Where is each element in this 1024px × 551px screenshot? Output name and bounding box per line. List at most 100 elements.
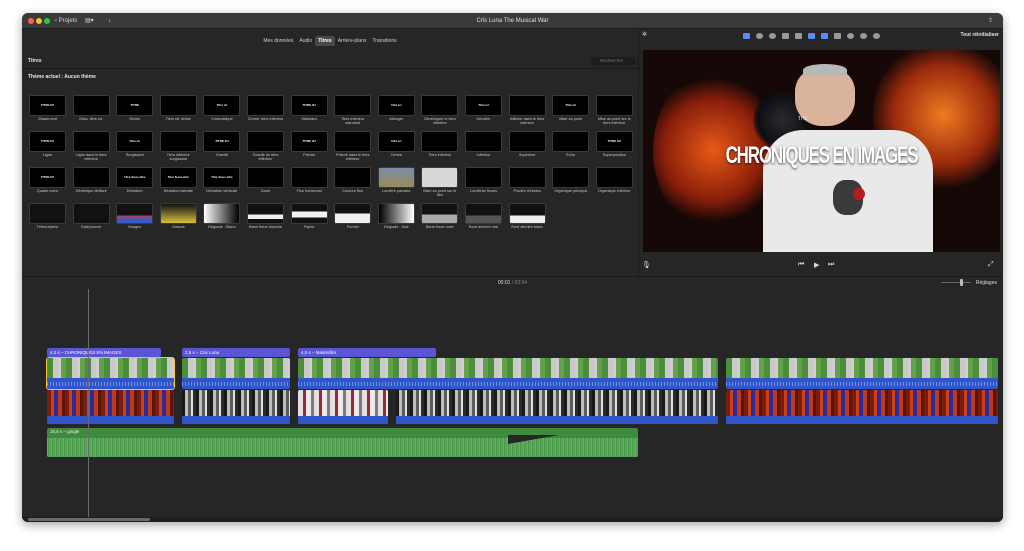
speed-icon[interactable] <box>834 33 841 39</box>
title-tile[interactable]: Dégradé - Blanc <box>203 203 241 234</box>
title-tile[interactable]: Zoom <box>247 167 284 198</box>
title-tile[interactable]: Titre ici Surgissant <box>116 131 154 162</box>
microphone-icon[interactable]: 🎙 <box>642 261 651 269</box>
search-input[interactable]: Rechercher <box>591 57 636 65</box>
video-preview[interactable]: THE CHRONIQUES EN IMAGES <box>643 50 1000 252</box>
broll-clip-fire-1[interactable] <box>47 390 174 424</box>
title-tile[interactable]: Prisme dans le tiers inférieur <box>334 131 372 162</box>
title-tile[interactable]: Gliss. tiers inf. <box>72 95 110 126</box>
title-tile[interactable]: TITRE ICI Glissement <box>29 95 66 126</box>
title-tile[interactable]: TITRE Divisé <box>116 95 154 126</box>
title-tile[interactable]: Titre Sous-titre Déviation <box>116 167 154 198</box>
title-tile[interactable]: TITRE ICI Ligne <box>29 131 66 162</box>
title-tile[interactable]: Papier <box>290 203 328 234</box>
title-tile[interactable]: Mise au point sur le titre <box>421 167 459 198</box>
title-tile[interactable]: Titre ici Dévoiler <box>465 95 502 126</box>
play-icon[interactable]: ▶ <box>814 261 819 269</box>
title-tile[interactable]: Formel <box>334 203 372 234</box>
title-tile[interactable]: TITRE ICI Quatre coins <box>29 167 66 198</box>
title-tile[interactable]: Tiers inférieur surgissant <box>159 131 197 162</box>
title-tile[interactable]: Tiers inf. divisé <box>159 95 197 126</box>
title-tile[interactable]: Organique principal <box>552 167 590 198</box>
title-tile[interactable]: Dateylouvre <box>72 203 110 234</box>
horizontal-scrollbar[interactable] <box>28 518 150 521</box>
title-clip-1[interactable]: 4,0 s – CHRONIQUES EN IMAGES <box>47 348 161 357</box>
title-clip-3[interactable]: 4,0 s – Mastérillm <box>298 348 436 357</box>
title-tile[interactable]: Titre ici Centré <box>377 131 415 162</box>
color-balance-icon[interactable] <box>756 33 763 39</box>
zoom-slider-track[interactable] <box>941 282 971 283</box>
tab-0[interactable]: Mes données <box>260 36 296 46</box>
title-tile[interactable]: TITRE ICI Standard <box>290 95 328 126</box>
zoom-slider-knob[interactable] <box>960 279 963 286</box>
filter-icon[interactable] <box>847 33 854 39</box>
info-icon[interactable] <box>873 33 880 39</box>
title-tile[interactable]: Flou horizontal <box>290 167 328 198</box>
video-clip-3[interactable] <box>298 358 718 389</box>
title-tile[interactable]: Ligne dans le tiers inférieur <box>72 131 110 162</box>
skip-forward-icon[interactable]: ⏭ <box>828 261 834 269</box>
title-tile[interactable]: Galaxie <box>159 203 197 234</box>
settings-button[interactable]: Réglages <box>976 280 997 286</box>
title-tile[interactable]: Écho <box>552 131 590 162</box>
reset-all-button[interactable]: Tout réinitialiser <box>960 32 999 38</box>
noise-reduction-icon[interactable] <box>860 33 867 39</box>
broll-clip-pink[interactable] <box>298 390 388 424</box>
title-tile[interactable]: Lumières floues <box>465 167 502 198</box>
title-tile[interactable]: Générique défilant <box>72 167 110 198</box>
crop-icon[interactable] <box>782 33 789 39</box>
title-tile[interactable]: Titre ici Allonger <box>377 95 415 126</box>
title-tile[interactable]: Nuages <box>116 203 154 234</box>
title-tile[interactable]: Développer le tiers inférieur <box>421 95 459 126</box>
title-tile[interactable]: Poudre d'étoiles <box>508 167 546 198</box>
video-clip-1[interactable] <box>46 357 175 390</box>
fullscreen-icon[interactable]: ⤢ <box>988 261 994 269</box>
video-clip-2[interactable] <box>182 358 290 389</box>
title-tile[interactable]: Bord déchiré blanc <box>508 203 546 234</box>
volume-icon[interactable] <box>808 33 815 39</box>
title-tile[interactable]: Gravité du tiers inférieur <box>247 131 284 162</box>
music-fade-out[interactable] <box>508 435 638 457</box>
equalizer-icon[interactable] <box>821 33 828 39</box>
color-correction-icon[interactable] <box>769 33 776 39</box>
skip-back-icon[interactable]: ⏮ <box>798 261 804 269</box>
tab-3[interactable]: Arrière-plans <box>335 36 370 46</box>
title-tile[interactable]: Tiers inférieur standard <box>334 95 372 126</box>
title-tile[interactable]: Téléscripteur <box>29 203 66 234</box>
title-tile[interactable]: TITRE ICI Gravité <box>203 131 241 162</box>
broll-clip-bw-1[interactable] <box>182 390 290 424</box>
title-tile[interactable]: Chrom. tiers inférieur <box>247 95 284 126</box>
title-tile[interactable]: Barre floue noire <box>421 203 459 234</box>
title-tile[interactable]: Titre Sous-titre Déviation latérale <box>159 167 197 198</box>
playhead[interactable] <box>88 289 89 519</box>
title-tile[interactable]: Lumière parasite <box>377 167 415 198</box>
title-tile[interactable]: Organique inférieur <box>595 167 633 198</box>
title-tile[interactable]: Inférieur <box>465 131 502 162</box>
tab-1[interactable]: Audio <box>296 36 315 46</box>
share-icon[interactable]: ⇪ <box>988 16 993 26</box>
broll-clip-bw-2[interactable] <box>396 390 718 424</box>
title-tile[interactable]: Supérieur <box>508 131 546 162</box>
title-tile[interactable]: Titre Sous-titre Déviation verticale <box>203 167 241 198</box>
title-clip-2[interactable]: 2,5 s – Cris Luna <box>182 348 290 357</box>
tab-2[interactable]: Titres <box>315 36 335 46</box>
magic-wand-icon[interactable]: ✲ <box>642 31 647 38</box>
horizontal-scrollbar-track[interactable] <box>22 517 1003 522</box>
stabilization-icon[interactable] <box>795 33 802 39</box>
title-tile[interactable]: Titre ici Chromatique <box>203 95 241 126</box>
title-tile[interactable]: TITRE ICI Superposition <box>595 131 633 162</box>
title-tile[interactable]: Dégradé - Noir <box>377 203 415 234</box>
title-tile[interactable]: TITRE ICI Prisme <box>290 131 328 162</box>
title-tile[interactable]: Barre floue blanche <box>247 203 284 234</box>
timeline[interactable]: 00:01 / 03:54 Réglages 4,0 s – CHRONIQUE… <box>22 276 1003 522</box>
title-tile[interactable]: Tiers inférieur <box>421 131 459 162</box>
title-tile[interactable]: Mise au point sur le tiers inférieur <box>595 95 633 126</box>
adjust-icon[interactable] <box>743 33 750 39</box>
title-tile[interactable]: Bord déchiré noir <box>465 203 502 234</box>
tab-4[interactable]: Transitions <box>369 36 399 46</box>
video-clip-4[interactable] <box>726 358 998 389</box>
title-tile[interactable]: Titre ici Mise au point <box>552 95 590 126</box>
title-tile[interactable]: Afficher dans le tiers inférieur <box>508 95 546 126</box>
music-clip[interactable]: 15,6 s – gingle <box>47 428 638 457</box>
title-tile[interactable]: Contour flou <box>334 167 372 198</box>
